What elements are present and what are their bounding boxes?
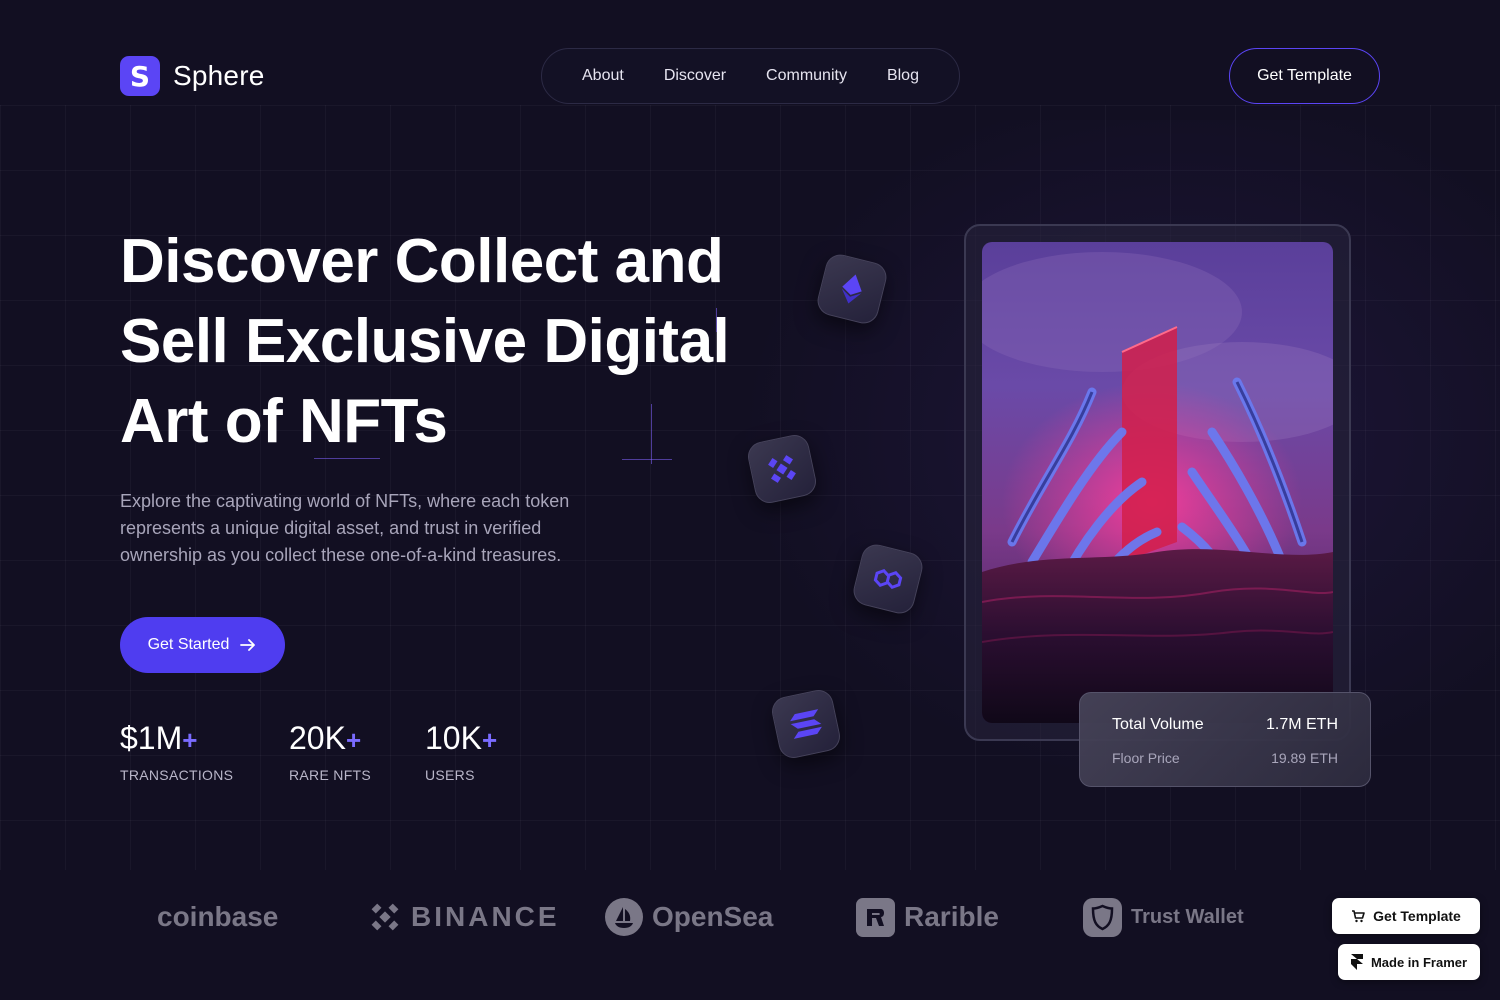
total-volume-row: Total Volume 1.7M ETH bbox=[1112, 716, 1338, 734]
stat-value: 10K bbox=[425, 720, 482, 756]
decor-line bbox=[651, 404, 652, 464]
partner-name: OpenSea bbox=[652, 901, 774, 932]
stat-users: 10K+ USERS bbox=[425, 720, 497, 783]
nav-item-blog[interactable]: Blog bbox=[887, 67, 919, 85]
stat-value: $1M bbox=[120, 720, 183, 756]
partner-binance: BINANCE bbox=[367, 895, 560, 939]
made-in-framer-badge[interactable]: Made in Framer bbox=[1338, 944, 1480, 980]
decor-line bbox=[622, 459, 672, 460]
nav-item-discover[interactable]: Discover bbox=[664, 67, 726, 85]
stat-label: RARE NFTS bbox=[289, 767, 372, 783]
polygon-icon bbox=[850, 541, 926, 617]
partner-name: Trust Wallet bbox=[1131, 905, 1244, 928]
get-template-badge-label: Get Template bbox=[1373, 908, 1461, 924]
stat-label: TRANSACTIONS bbox=[120, 767, 234, 783]
framer-icon bbox=[1350, 954, 1363, 970]
stat-plus: + bbox=[481, 725, 498, 755]
opensea-logo-icon bbox=[605, 898, 643, 936]
hero-title-line: Discover Collect and bbox=[120, 227, 724, 296]
partner-rarible: Rarible bbox=[855, 895, 999, 939]
nft-artwork-image[interactable] bbox=[982, 242, 1333, 723]
trust-wallet-logo-icon bbox=[1083, 897, 1122, 937]
ethereum-icon bbox=[814, 251, 890, 327]
decor-line bbox=[314, 458, 380, 459]
partner-name: Rarible bbox=[904, 901, 999, 932]
floor-price-row: Floor Price 19.89 ETH bbox=[1112, 750, 1338, 766]
stat-value: 20K bbox=[289, 720, 346, 756]
partner-opensea: OpenSea bbox=[604, 895, 773, 939]
stat-label: USERS bbox=[425, 767, 475, 783]
stat-plus: + bbox=[182, 725, 198, 755]
total-volume-label: Total Volume bbox=[1112, 716, 1204, 733]
stat-plus: + bbox=[345, 725, 362, 755]
partner-name: coinbase bbox=[157, 901, 279, 932]
nav-item-community[interactable]: Community bbox=[766, 67, 847, 85]
nft-stats-card: Total Volume 1.7M ETH Floor Price 19.89 … bbox=[1079, 692, 1371, 787]
cart-icon bbox=[1352, 910, 1365, 923]
main-nav: About Discover Community Blog bbox=[541, 48, 960, 104]
partner-coinbase: coinbase bbox=[157, 895, 278, 939]
hero-title-line: Art of NFTs bbox=[120, 387, 448, 456]
get-template-button[interactable]: Get Template bbox=[1229, 48, 1380, 104]
decor-line bbox=[716, 308, 717, 332]
logo[interactable]: S Sphere bbox=[120, 56, 265, 96]
arrow-right-icon bbox=[240, 639, 256, 651]
made-in-framer-label: Made in Framer bbox=[1370, 954, 1468, 970]
get-template-badge[interactable]: Get Template bbox=[1332, 898, 1480, 934]
get-started-button[interactable]: Get Started bbox=[120, 617, 285, 673]
hero-title-line: Sell Exclusive Digital bbox=[120, 307, 730, 376]
partner-name: BINANCE bbox=[411, 901, 560, 932]
total-volume-value: 1.7M ETH bbox=[1265, 716, 1338, 733]
floor-price-label: Floor Price bbox=[1112, 750, 1180, 766]
stat-transactions: $1M+ TRANSACTIONS bbox=[120, 720, 233, 783]
floor-price-value: 19.89 ETH bbox=[1271, 750, 1338, 766]
brand-name: Sphere bbox=[173, 60, 265, 91]
nav-item-about[interactable]: About bbox=[582, 67, 624, 85]
solana-icon bbox=[769, 687, 843, 761]
binance-icon bbox=[745, 432, 819, 506]
get-started-label: Get Started bbox=[147, 636, 230, 653]
logo-mark-icon: S bbox=[120, 56, 160, 96]
hero-title: Discover Collect and Sell Exclusive Digi… bbox=[120, 222, 760, 462]
partner-trust-wallet: Trust Wallet bbox=[1082, 895, 1244, 939]
binance-logo-icon bbox=[371, 903, 399, 931]
rarible-logo-icon bbox=[856, 897, 895, 937]
hero-description: Explore the captivating world of NFTs, w… bbox=[120, 491, 570, 565]
stat-rare-nfts: 20K+ RARE NFTS bbox=[289, 720, 371, 783]
